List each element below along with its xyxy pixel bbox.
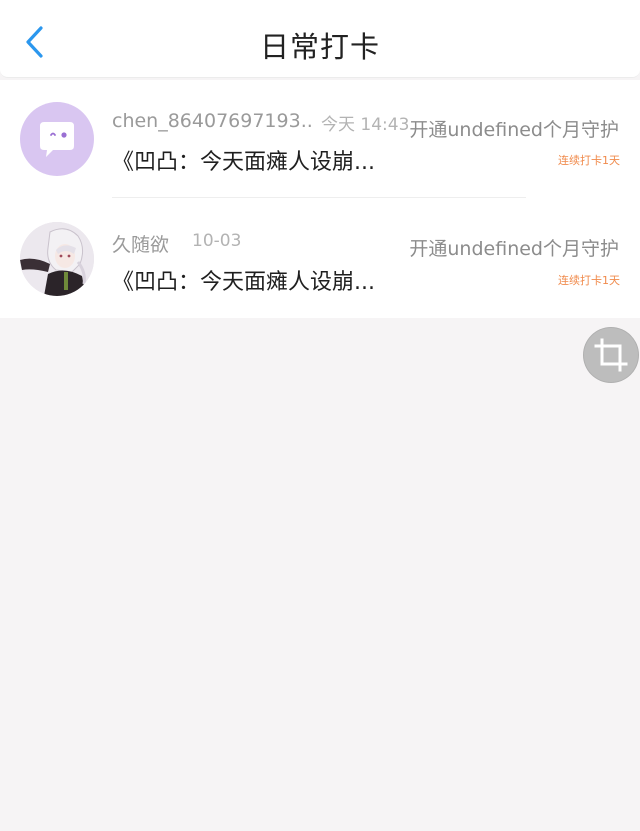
crop-button[interactable] bbox=[584, 328, 638, 382]
avatar[interactable] bbox=[20, 222, 94, 296]
streak-badge: 连续打卡1天 bbox=[558, 274, 620, 287]
crop-icon bbox=[594, 338, 628, 372]
default-chat-avatar-icon bbox=[40, 122, 74, 157]
checkin-title: 《凹凸：今天面瘫人设崩... bbox=[112, 270, 375, 295]
list-item[interactable]: 久随欲 10-03 开通undefined个月守护 《凹凸：今天面瘫人设崩...… bbox=[0, 200, 640, 318]
timestamp: 10-03 bbox=[192, 231, 242, 251]
header-bar: 日常打卡 bbox=[0, 0, 640, 78]
guard-info: 开通undefined个月守护 bbox=[409, 238, 619, 260]
divider bbox=[112, 197, 526, 198]
list-item[interactable]: chen_86407697193.. 今天 14:43 开通undefined个… bbox=[0, 80, 640, 198]
username: chen_86407697193.. bbox=[112, 110, 313, 132]
guard-info: 开通undefined个月守护 bbox=[409, 119, 619, 141]
streak-badge: 连续打卡1天 bbox=[558, 154, 620, 167]
checkin-title: 《凹凸：今天面瘫人设崩... bbox=[112, 150, 375, 175]
anime-character-avatar bbox=[20, 222, 94, 296]
timestamp: 今天 14:43 bbox=[321, 115, 410, 135]
checkin-list: chen_86407697193.. 今天 14:43 开通undefined个… bbox=[0, 80, 640, 318]
page-title: 日常打卡 bbox=[259, 30, 380, 64]
avatar[interactable] bbox=[20, 102, 94, 176]
username: 久随欲 bbox=[112, 234, 170, 256]
